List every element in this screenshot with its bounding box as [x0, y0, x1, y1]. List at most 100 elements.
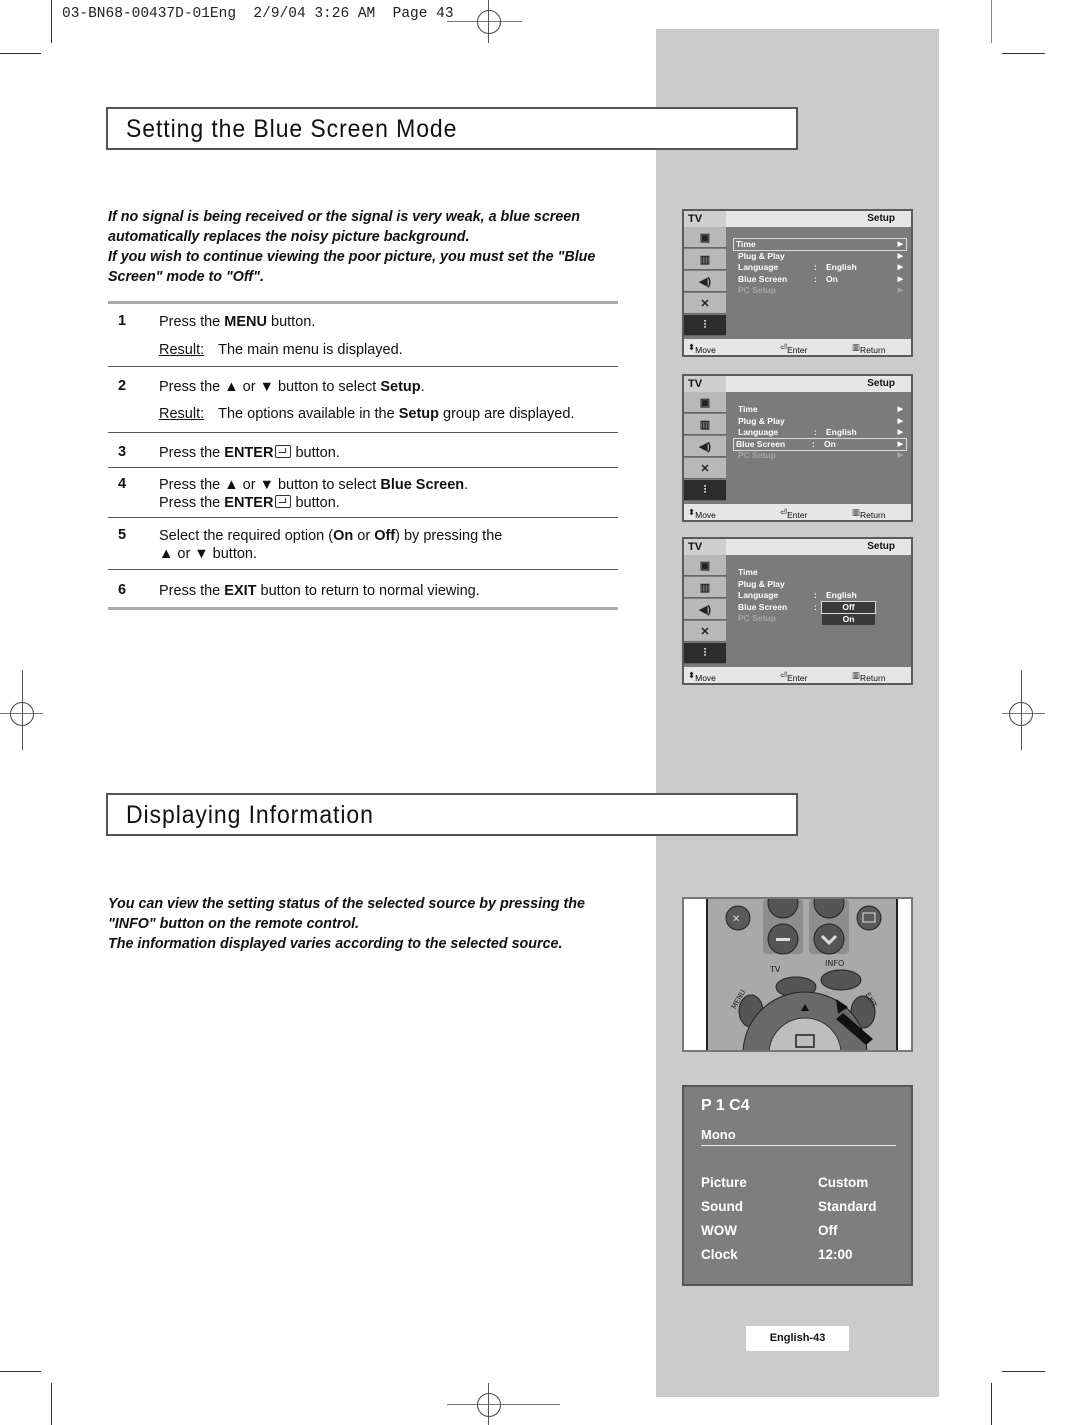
crop-mark [0, 1371, 41, 1372]
divider [108, 366, 618, 367]
info-key: Clock [701, 1247, 738, 1262]
crop-mark [0, 53, 41, 54]
tv-setup-menu: TV Setup ▣ ▥ ◀) ✕ ⫶ Time Plug & Play Language: Eng… [682, 537, 913, 685]
menu-item[interactable]: PC Setup [736, 613, 906, 624]
step-result: Result: The options available in the Setu… [159, 406, 575, 422]
step-text: Press the ▲ or ▼ button to select Blue S… [159, 477, 469, 511]
crop-mark [51, 1383, 52, 1425]
channel-icon[interactable]: ✕ [684, 293, 726, 314]
sound-icon[interactable]: ◀) [684, 271, 726, 292]
enter-hint: ⏎ Enter [780, 342, 808, 355]
intro-paragraph: If no signal is being received or the si… [108, 209, 580, 245]
step-number: 3 [118, 444, 127, 460]
setup-icon[interactable]: ⫶ [684, 315, 726, 336]
channel-icon[interactable]: ✕ [684, 458, 726, 479]
info-value: Off [818, 1223, 838, 1238]
intro-paragraph: You can view the setting status of the s… [108, 896, 585, 932]
dropdown-option[interactable]: Off [821, 600, 876, 614]
arrow-right-icon: ▶ [897, 406, 903, 413]
section-title-blue-screen: Setting the Blue Screen Mode [106, 107, 798, 150]
setup-icon[interactable]: ⫶ [684, 643, 726, 664]
picture-icon[interactable]: ▥ [684, 249, 726, 270]
remote-body: ✕ TV INFO MENU EXIT [706, 899, 898, 1050]
divider [108, 569, 618, 570]
input-icon[interactable]: ▣ [684, 555, 726, 576]
divider [108, 301, 618, 304]
enter-hint: ⏎ Enter [780, 670, 808, 683]
info-value: Standard [818, 1199, 877, 1214]
step-text: Press the ENTER button. [159, 445, 340, 461]
sound-icon[interactable]: ◀) [684, 436, 726, 457]
menu-item[interactable]: Plug & Play ▶ [736, 416, 906, 427]
menu-item[interactable]: Blue Screen: [736, 602, 906, 613]
menu-title: Setup [867, 213, 895, 224]
menu-item[interactable]: Time [736, 567, 906, 578]
step-result: Result: The main menu is displayed. [159, 342, 403, 358]
menu-title: Setup [867, 378, 895, 389]
info-value: Custom [818, 1175, 869, 1190]
menu-category-icons: ▣ ▥ ◀) ✕ ⫶ [684, 555, 726, 667]
info-button-icon [820, 969, 862, 991]
picture-icon[interactable]: ▥ [684, 414, 726, 435]
remote-control-illustration: ✕ TV INFO MENU EXIT [682, 897, 913, 1052]
menu-item[interactable]: Blue Screen: On ▶ [736, 274, 906, 285]
menu-item[interactable]: PC Setup ▶ [736, 285, 906, 296]
menu-footer: ⬍ Move ⏎ Enter ▥ Return [684, 667, 911, 683]
remote-buttons-illustration: ✕ TV INFO MENU EXIT [725, 899, 882, 1050]
divider [108, 517, 618, 518]
picture-icon[interactable]: ▥ [684, 577, 726, 598]
divider [108, 432, 618, 433]
dropdown-option[interactable]: On [822, 613, 875, 625]
arrow-right-icon: ▶ [897, 264, 903, 271]
intro-text: You can view the setting status of the s… [108, 894, 618, 954]
channel-icon[interactable]: ✕ [684, 621, 726, 642]
print-header: 03-BN68-00437D-01Eng 2/9/04 3:26 AM Page… [62, 6, 454, 22]
channel-info: P 1 C4 [701, 1097, 750, 1114]
intro-paragraph: If you wish to continue viewing the poor… [108, 249, 596, 285]
menu-item[interactable]: Language: English ▶ [736, 262, 906, 273]
down-button-icon [813, 923, 845, 955]
arrow-right-icon: ▶ [897, 429, 903, 436]
section-title-text: Setting the Blue Screen Mode [126, 115, 458, 143]
menu-category-icons: ▣ ▥ ◀) ✕ ⫶ [684, 227, 726, 339]
info-value: 12:00 [818, 1247, 853, 1262]
menu-item[interactable]: Language: English ▶ [736, 427, 906, 438]
arrow-right-icon: ▶ [897, 287, 903, 294]
sound-icon[interactable]: ◀) [684, 599, 726, 620]
return-hint: ▥ Return [852, 507, 886, 520]
menu-item[interactable]: Plug & Play [736, 579, 906, 590]
crop-mark [991, 1383, 992, 1425]
info-key: Sound [701, 1199, 743, 1214]
tv-setup-menu: TV Setup ▣ ▥ ◀) ✕ ⫶ Time ▶ Plug & Play ▶ Language: E… [682, 374, 913, 522]
input-icon[interactable]: ▣ [684, 392, 726, 413]
menu-item[interactable]: PC Setup ▶ [736, 450, 906, 461]
divider [108, 607, 618, 610]
arrow-right-icon: ▶ [897, 275, 903, 283]
move-hint: ⬍ Move [688, 670, 716, 683]
intro-text: If no signal is being received or the si… [108, 207, 618, 287]
svg-text:INFO: INFO [825, 959, 844, 968]
menu-item[interactable]: Time ▶ [733, 238, 907, 251]
setup-icon[interactable]: ⫶ [684, 480, 726, 501]
menu-title: Setup [867, 541, 895, 552]
enter-hint: ⏎ Enter [780, 507, 808, 520]
info-key: WOW [701, 1223, 737, 1238]
step-text: Press the ▲ or ▼ button to select Setup. [159, 379, 425, 395]
arrow-right-icon: ▶ [897, 417, 903, 425]
crop-mark [991, 0, 992, 43]
menu-item[interactable]: Time ▶ [736, 404, 906, 415]
input-icon[interactable]: ▣ [684, 227, 726, 248]
divider [701, 1145, 896, 1146]
svg-text:✕: ✕ [732, 914, 740, 925]
section-title-text: Displaying Information [126, 801, 374, 829]
menu-footer: ⬍ Move ⏎ Enter ▥ Return [684, 339, 911, 355]
source-label: TV [684, 211, 726, 227]
intro-paragraph: The information displayed varies accordi… [108, 936, 563, 952]
svg-text:TV: TV [769, 965, 781, 974]
menu-item[interactable]: Language: English [736, 590, 906, 601]
menu-item[interactable]: Blue Screen: On ▶ [733, 437, 907, 451]
return-hint: ▥ Return [852, 342, 886, 355]
info-display: P 1 C4 Mono Picture Custom Sound Standar… [682, 1085, 913, 1286]
source-label: TV [684, 376, 726, 392]
menu-item[interactable]: Plug & Play ▶ [736, 251, 906, 262]
